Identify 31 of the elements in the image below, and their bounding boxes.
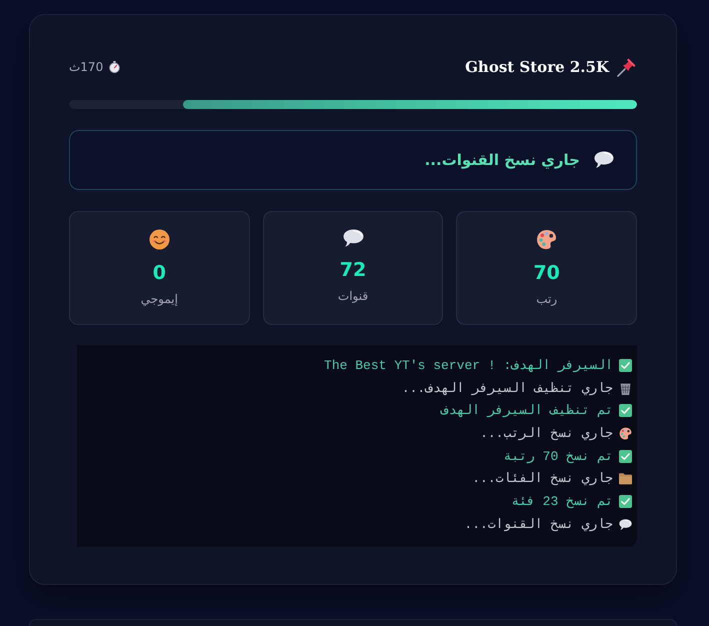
checkbox-icon <box>619 494 632 508</box>
stat-value: 70 <box>533 261 560 285</box>
speech-bubble-icon <box>342 229 364 248</box>
log-line: السيرفر الهدف: ! The Best YT's server <box>324 358 613 373</box>
log-line: جاري نسخ الفئات... <box>472 471 613 486</box>
elapsed-time: 170ث <box>69 60 104 74</box>
stat-label: إيموجي <box>140 292 178 306</box>
folder-icon <box>619 472 632 486</box>
checkbox-icon <box>619 450 632 463</box>
pushpin-icon <box>617 57 637 77</box>
stat-label: قنوات <box>338 289 368 304</box>
status-text: جاري نسخ القنوات... <box>424 151 580 169</box>
checkbox-icon <box>619 404 632 418</box>
stat-value: 72 <box>340 258 366 282</box>
log-line: جاري نسخ القنوات... <box>464 516 613 532</box>
log-line: تم نسخ 70 رتبة <box>504 448 613 464</box>
speech-bubble-icon <box>619 518 632 530</box>
stopwatch-icon <box>109 61 120 73</box>
log-line: تم نسخ 23 فئة <box>511 494 613 509</box>
trash-icon <box>619 382 632 395</box>
log-line: جاري تنظيف السيرفر الهدف... <box>402 380 613 396</box>
palette-icon <box>536 229 558 250</box>
log-line: جاري نسخ الرتب... <box>480 426 613 441</box>
stat-label: رتب <box>536 292 558 306</box>
server-title: Ghost Store 2.5K <box>465 58 609 76</box>
checkbox-icon <box>619 358 632 372</box>
palette-icon <box>619 426 632 440</box>
speech-bubble-icon <box>594 151 614 169</box>
log-line: تم تنظيف السيرفر الهدف <box>440 403 613 418</box>
stat-value: 0 <box>152 261 166 285</box>
smiling-face-icon <box>148 229 170 250</box>
